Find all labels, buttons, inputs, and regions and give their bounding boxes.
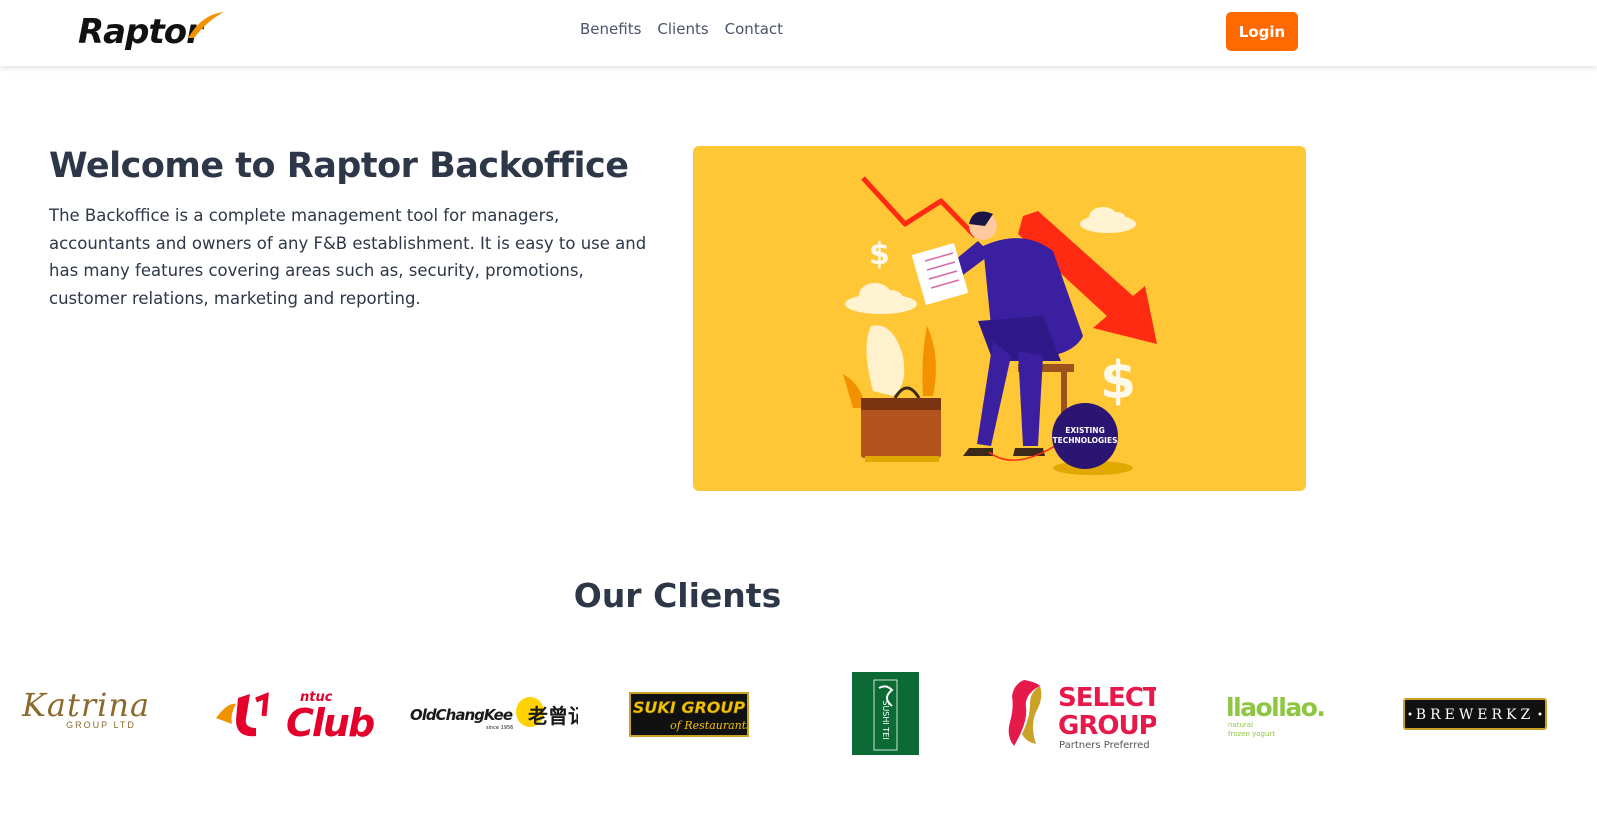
svg-text:natural: natural: [1228, 721, 1253, 729]
client-logo-llaollao: llaollao. natural frozen yogurt: [1226, 690, 1336, 740]
dollar-sign-small: $: [869, 237, 890, 272]
page-title: Welcome to Raptor Backoffice: [49, 146, 629, 186]
client-logo-sushi-tei: SUSHI TEI: [852, 672, 919, 755]
logo-text: Raptor: [78, 12, 203, 52]
svg-text:GROUP: GROUP: [1058, 711, 1156, 741]
svg-text:TECHNOLOGIES: TECHNOLOGIES: [1052, 436, 1117, 445]
svg-text:llaollao.: llaollao.: [1226, 693, 1324, 722]
hero-description: The Backoffice is a complete management …: [49, 206, 647, 308]
clients-section-title: Our Clients: [573, 576, 782, 615]
ball-and-chain-icon: EXISTING TECHNOLOGIES: [1052, 403, 1118, 469]
dollar-sign-large: $: [1100, 351, 1136, 411]
raptor-logo[interactable]: Raptor: [78, 10, 224, 54]
svg-text:of Restaurants: of Restaurants: [670, 719, 747, 732]
svg-text:frozen yogurt: frozen yogurt: [1228, 730, 1275, 738]
briefcase-icon: [861, 386, 941, 462]
stressed-businessman-illustration: $ $ EXISTING TECHNOLOGIES: [843, 176, 1157, 475]
svg-text:SUSHI TEI: SUSHI TEI: [881, 700, 890, 739]
svg-text:since 1956: since 1956: [486, 725, 513, 731]
client-logo-suki-group: SUKI GROUP of Restaurants: [629, 692, 752, 737]
client-logo-brewerkz: BREWERKZ: [1403, 698, 1547, 730]
client-logo-ntuc-club: ntuc Club: [216, 688, 378, 745]
svg-text:OldChangKee: OldChangKee: [410, 706, 513, 724]
nav-contact[interactable]: Contact: [725, 20, 783, 38]
client-logo-select-group: SELECT GROUP Partners Preferred: [1006, 678, 1162, 751]
svg-text:BREWERKZ: BREWERKZ: [1416, 707, 1534, 723]
site-header: Raptor Benefits Clients Contact Login: [0, 0, 1597, 66]
svg-text:Partners Preferred: Partners Preferred: [1059, 740, 1150, 750]
logo-swoosh-icon: [188, 12, 224, 38]
nav-clients[interactable]: Clients: [657, 20, 708, 38]
cloud-icon: [845, 283, 917, 314]
svg-text:EXISTING: EXISTING: [1065, 426, 1104, 435]
svg-text:SELECT: SELECT: [1058, 683, 1156, 713]
client-logo-katrina: Katrina GROUP LTD: [22, 686, 151, 730]
login-button[interactable]: Login: [1226, 12, 1298, 51]
client-logo-old-chang-kee: OldChangKee since 1956 老曾记: [410, 696, 588, 732]
hero-illustration: $ $ EXISTING TECHNOLOGIES: [693, 146, 1306, 491]
nav-benefits[interactable]: Benefits: [580, 20, 641, 38]
declining-arrow-thin: [861, 176, 977, 238]
svg-text:老曾记: 老曾记: [528, 704, 578, 728]
main-nav: Benefits Clients Contact: [580, 20, 783, 38]
cloud-icon: [1080, 207, 1136, 233]
svg-text:Club: Club: [286, 701, 374, 740]
svg-text:SUKI GROUP: SUKI GROUP: [633, 698, 745, 717]
